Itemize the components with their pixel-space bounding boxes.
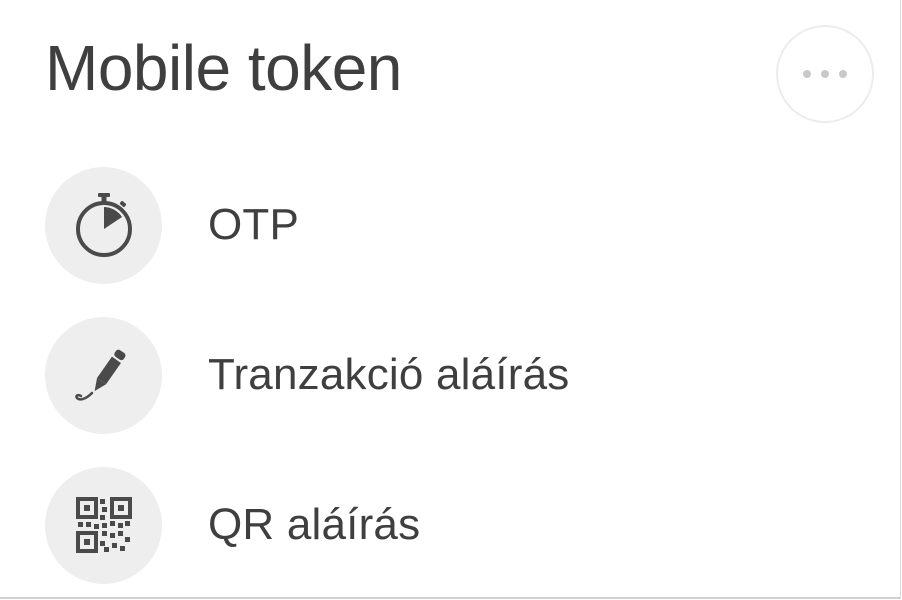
pen-icon: [45, 316, 162, 434]
more-dot-icon: [839, 70, 847, 78]
menu-item-label: Tranzakció aláírás: [208, 350, 570, 399]
menu-item-transaction-signing[interactable]: Tranzakció aláírás: [45, 315, 745, 435]
menu-item-label: OTP: [208, 200, 300, 249]
menu-item-otp[interactable]: OTP: [45, 165, 745, 285]
qr-code-icon: [45, 466, 162, 584]
menu-item-qr-signing[interactable]: QR aláírás: [45, 465, 745, 585]
mobile-token-card: Mobile token OTP Tranzakció aláírás QR a…: [0, 0, 901, 599]
more-dot-icon: [821, 70, 829, 78]
menu-item-label: QR aláírás: [208, 500, 421, 549]
more-options-button[interactable]: [776, 25, 874, 123]
stopwatch-icon: [45, 166, 162, 284]
more-dot-icon: [803, 70, 811, 78]
page-title: Mobile token: [45, 32, 402, 104]
